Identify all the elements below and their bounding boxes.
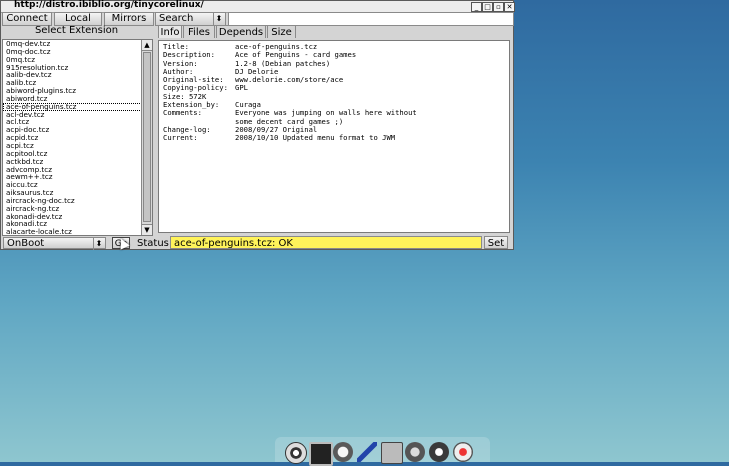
tab-depends[interactable]: Depends — [216, 25, 266, 38]
spinner-icon[interactable]: ⬍ — [213, 13, 224, 25]
scroll-thumb[interactable] — [143, 52, 151, 222]
apps-icon[interactable] — [453, 442, 473, 462]
set-button[interactable]: Set — [484, 236, 508, 249]
info-row: Copying-policy: GPL — [163, 83, 505, 93]
connect-button[interactable]: Connect — [2, 12, 52, 26]
close-button[interactable]: ✕ — [504, 2, 515, 12]
spinner-icon[interactable]: ⬍ — [93, 238, 104, 250]
app-window: http://distro.ibiblio.org/tinycorelinux/… — [0, 0, 515, 250]
search-mode-select[interactable]: Search ⬍ — [155, 12, 226, 26]
search-mode-label: Search — [159, 13, 194, 24]
status-field: ace-of-penguins.tcz: OK — [170, 236, 482, 249]
info-value: www.delorie.com/store/ace — [235, 75, 344, 85]
info-rows: Title: ace-of-penguins.tcz Description: Ace… — [163, 42, 505, 143]
maximize-button[interactable]: □ — [482, 2, 493, 12]
editor-icon[interactable] — [333, 442, 353, 462]
onboot-select[interactable]: OnBoot ⬍ — [3, 237, 106, 250]
pen-icon[interactable] — [357, 442, 377, 462]
power-icon[interactable] — [285, 442, 307, 464]
mount-icon[interactable] — [405, 442, 425, 462]
list-scrollbar[interactable]: ▲ ▼ — [141, 40, 152, 235]
mirrors-button[interactable]: Mirrors — [104, 12, 154, 26]
info-key: Comments: — [163, 108, 202, 118]
list-item[interactable]: alacarte-locale.tcz — [3, 228, 152, 235]
tab-info[interactable]: Info — [158, 25, 182, 38]
scroll-down-icon[interactable]: ▼ — [142, 224, 152, 235]
info-key: Current: — [163, 133, 198, 143]
status-label: Status — [137, 238, 169, 249]
dock — [275, 437, 490, 466]
info-value: GPL — [235, 83, 248, 93]
extension-list[interactable]: 0mq-dev.tcz 0mq-doc.tcz 0mq.tcz 915resoluti… — [2, 39, 153, 236]
info-row: Version: 1.2-8 (Debian patches) — [163, 59, 505, 68]
info-row: Description: Ace of Penguins - card games — [163, 50, 505, 59]
info-row: some decent card games ;) — [163, 117, 505, 126]
extension-items: 0mq-dev.tcz 0mq-doc.tcz 0mq.tcz 915resoluti… — [3, 40, 152, 235]
select-extension-label: Select Extension — [34, 25, 119, 36]
terminal-icon[interactable] — [309, 442, 333, 466]
onboot-label: OnBoot — [7, 238, 45, 249]
info-panel: Title: ace-of-penguins.tcz Description: Ace… — [158, 40, 510, 233]
info-row: Current: 2008/10/10 Updated menu format t… — [163, 133, 505, 143]
run-icon[interactable] — [429, 442, 449, 462]
tab-size[interactable]: Size — [267, 25, 296, 38]
restore-button[interactable]: ▫ — [493, 2, 504, 12]
control-panel-icon[interactable] — [381, 442, 403, 464]
local-button[interactable]: Local — [54, 12, 102, 26]
scroll-up-icon[interactable]: ▲ — [142, 40, 152, 51]
window-title: http://distro.ibiblio.org/tinycorelinux/ — [14, 0, 204, 10]
minimize-button[interactable]: _ — [471, 2, 482, 12]
tab-files[interactable]: Files — [183, 25, 215, 38]
search-input[interactable] — [228, 12, 514, 26]
info-value: 2008/10/10 Updated menu format to JWM — [235, 133, 396, 143]
